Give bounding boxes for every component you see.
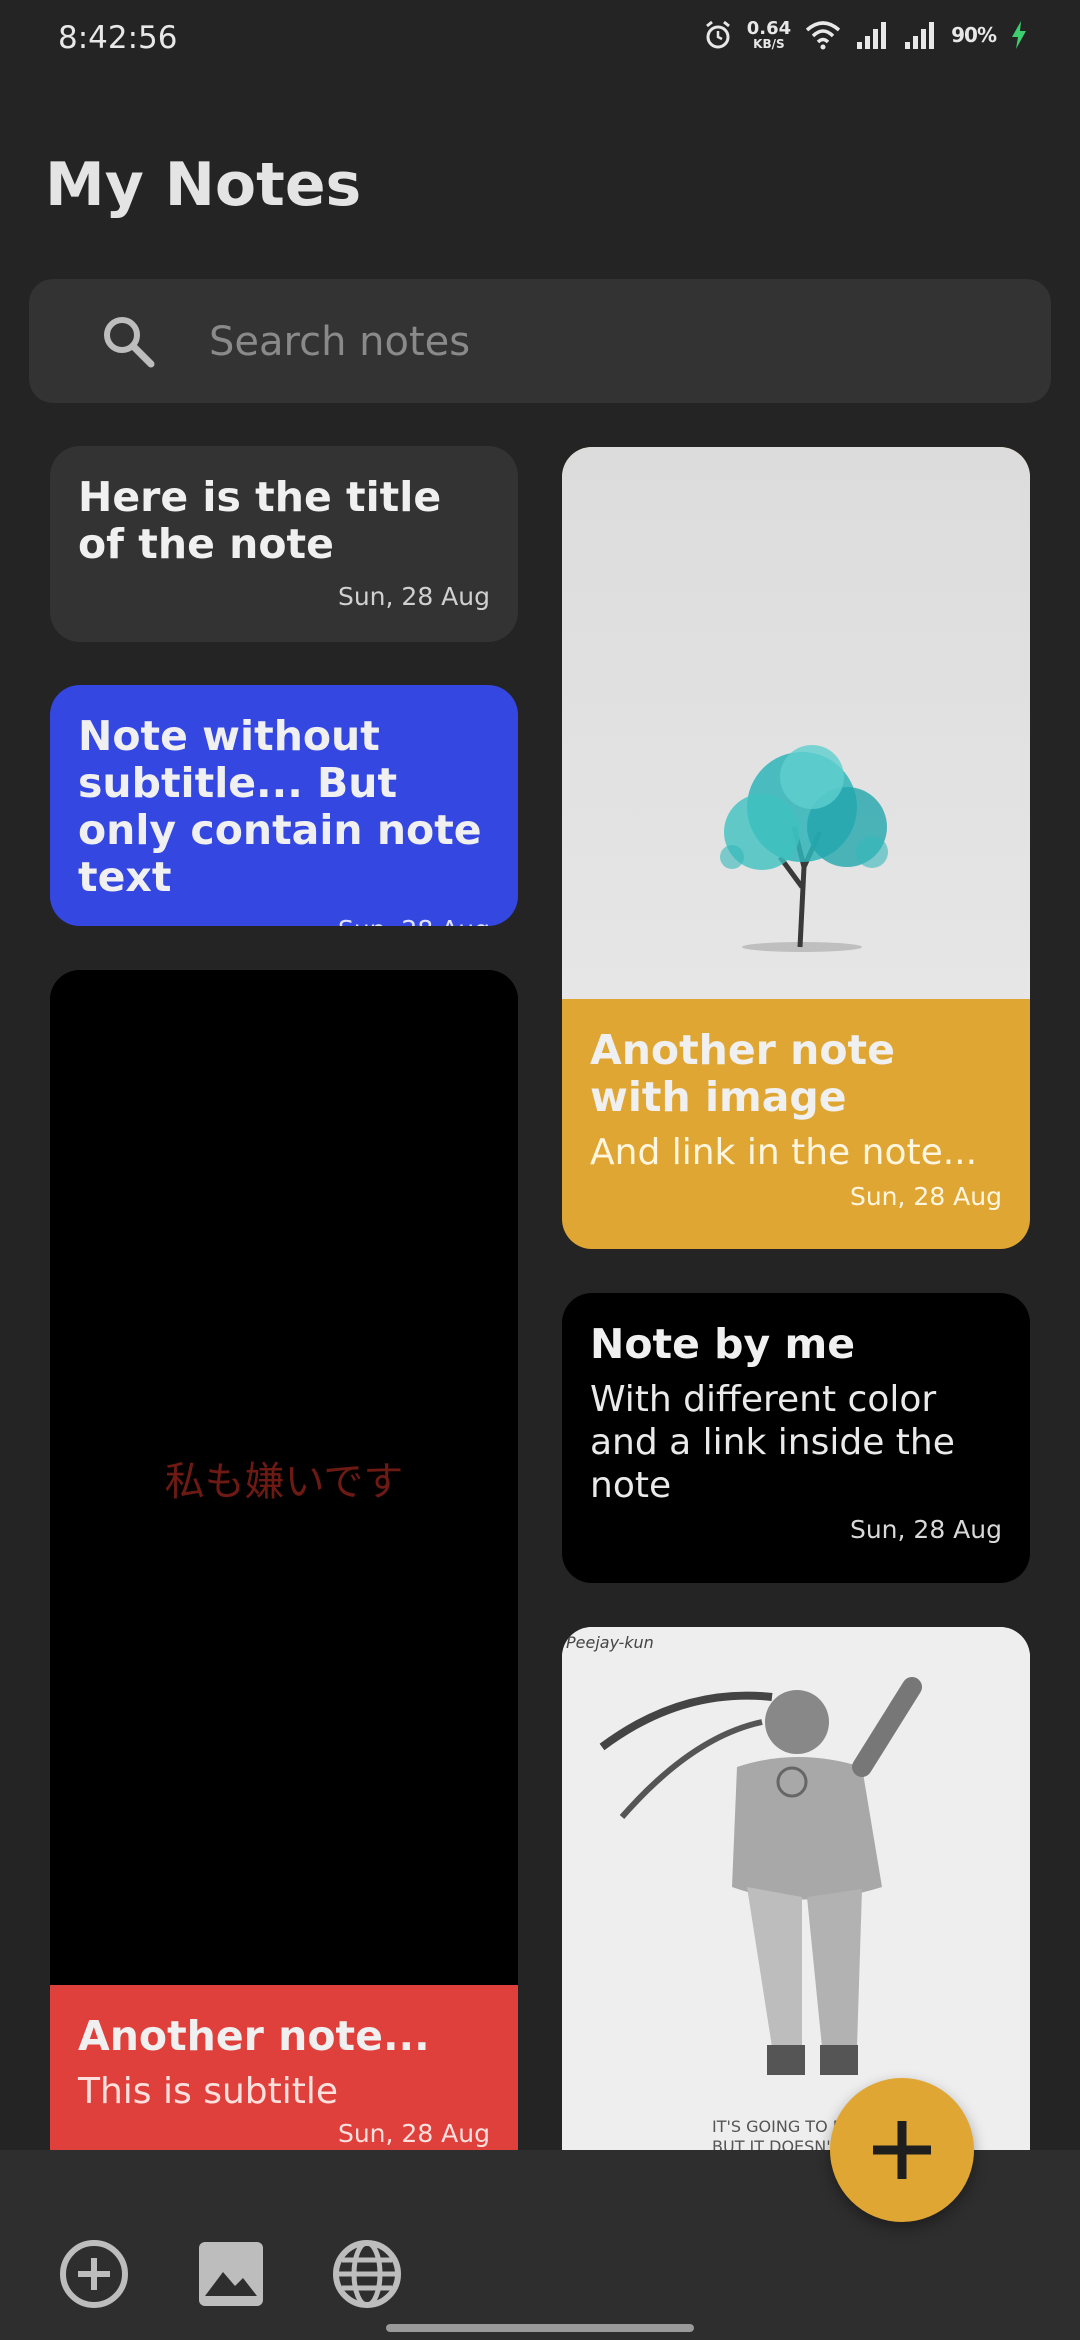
character-illustration-icon [562, 1627, 1030, 2150]
image-icon[interactable] [195, 2238, 267, 2310]
signal-icon-2 [905, 22, 935, 49]
note-card[interactable]: Note by me With different color and a li… [562, 1293, 1030, 1583]
note-image: 私も嫌いです [50, 970, 518, 1985]
charging-icon [1012, 21, 1026, 49]
note-subtitle: And link in the note... [590, 1132, 978, 1173]
battery-level: 90% [951, 23, 997, 47]
note-image [562, 447, 1030, 999]
status-bar: 8:42:56 0.64 KB/S 90% [0, 0, 1080, 80]
note-date: Sun, 28 Aug [849, 1515, 1002, 1544]
note-title: Note without subtitle... But only contai… [78, 712, 482, 901]
image-signature: Peejay-kun [566, 1633, 654, 1652]
search-input[interactable] [207, 311, 1011, 373]
note-footer: Another note with image And link in the … [562, 999, 1030, 1249]
note-card[interactable]: Another note with image And link in the … [562, 447, 1030, 1249]
search-bar[interactable] [29, 279, 1051, 403]
home-indicator[interactable] [386, 2324, 694, 2332]
note-subtitle: With different color and a link inside t… [590, 1379, 955, 1506]
note-image-text: 私も嫌いです [164, 1458, 404, 1505]
note-card[interactable]: Note without subtitle... But only contai… [50, 685, 518, 926]
net-speed-value: 0.64 [746, 18, 792, 39]
tree-illustration-icon [720, 745, 888, 952]
page-title: My Notes [45, 150, 362, 220]
net-speed: 0.64 KB/S [746, 18, 792, 51]
wifi-icon [805, 21, 841, 50]
signal-icon [857, 22, 887, 49]
note-date: Sun, 28 Aug [337, 582, 490, 611]
note-subtitle: This is subtitle [78, 2071, 339, 2112]
note-title: Another note... [78, 2012, 430, 2060]
add-note-fab[interactable] [830, 2078, 974, 2222]
add-circle-icon[interactable] [58, 2238, 130, 2310]
search-icon [104, 317, 155, 368]
note-title: Here is the title of the note [78, 473, 442, 568]
notes-grid[interactable]: Here is the title of the note Sun, 28 Au… [0, 420, 1080, 2150]
note-date: Sun, 28 Aug [78, 915, 490, 926]
note-footer: Another note... This is subtitle Sun, 28… [50, 1985, 518, 2150]
note-date: Sun, 28 Aug [337, 2119, 490, 2148]
note-card[interactable]: Here is the title of the note Sun, 28 Au… [50, 446, 518, 642]
net-speed-unit: KB/S [753, 37, 785, 51]
note-title: Note by me [590, 1320, 856, 1368]
alarm-icon [705, 20, 730, 49]
status-time: 8:42:56 [58, 20, 178, 56]
note-title: Another note with image [590, 1026, 895, 1121]
plus-icon [873, 2121, 931, 2179]
status-icons: 0.64 KB/S 90% [703, 20, 1028, 50]
note-date: Sun, 28 Aug [849, 1182, 1002, 1211]
image-caption: BUT IT DOESN'T [712, 2137, 841, 2150]
globe-icon[interactable] [331, 2238, 403, 2310]
note-card[interactable]: Peejay-kun IT'S GOING TO BE BUT IT DOESN… [562, 1627, 1030, 2150]
note-card[interactable]: 私も嫌いです Another note... This is subtitle … [50, 970, 518, 2150]
